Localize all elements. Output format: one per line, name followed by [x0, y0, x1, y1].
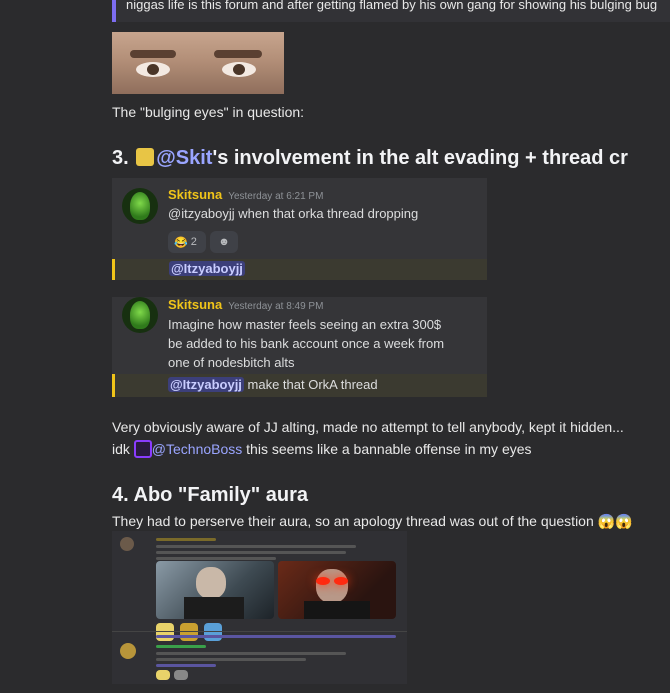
section-3-number: 3.	[112, 147, 129, 169]
mention-highlight-2: @Itzyaboyjj make that OrkA thread	[112, 374, 487, 397]
embedded-text-bar	[156, 557, 276, 560]
bulging-eyes-caption: The "bulging eyes" in question:	[112, 104, 305, 120]
section-4-heading: 4. Abo "Family" aura	[112, 484, 309, 506]
paragraph-alting: Very obviously aware of JJ alting, made …	[112, 419, 624, 435]
message-line-2: be added to his bank account once a week…	[168, 336, 445, 351]
laugh-reaction[interactable]: 😂 2	[168, 231, 206, 253]
message-line-4: make that OrkA thread	[243, 377, 378, 392]
brow-left	[130, 50, 176, 58]
embedded-text-bar	[156, 658, 306, 661]
embedded-text-bar	[156, 545, 356, 548]
embedded-photo-left	[156, 561, 274, 619]
paragraph-aura: They had to perserve their aura, so an a…	[112, 513, 633, 530]
embedded-reaction	[180, 623, 198, 641]
embedded-avatar	[120, 537, 134, 551]
embedded-screenshot[interactable]	[112, 531, 407, 684]
eye-right	[222, 62, 256, 77]
bannable-text: this seems like a bannable offense in my…	[242, 441, 532, 457]
embedded-text-bar	[156, 551, 346, 554]
embedded-reaction	[156, 670, 170, 680]
message-text: @itzyaboyjj when that orka thread droppi…	[168, 206, 419, 221]
embedded-reply-bar	[156, 635, 396, 638]
embedded-text-bar	[156, 652, 346, 655]
embedded-name-bar	[156, 538, 216, 541]
message-line-3: one of nodesbitch alts	[168, 355, 295, 370]
quote-text: niggas life is this forum and after gett…	[126, 0, 658, 12]
embedded-text-bar	[156, 664, 216, 667]
brow-right	[214, 50, 262, 58]
message-author[interactable]: Skitsuna Yesterday at 6:21 PM	[168, 187, 323, 202]
skit-mention[interactable]: @Skit	[156, 147, 212, 169]
embedded-avatar	[120, 643, 136, 659]
bulging-eyes-image[interactable]	[112, 32, 284, 94]
embedded-name-bar	[156, 645, 206, 648]
aura-text: They had to perserve their aura, so an a…	[112, 513, 594, 529]
smiley-add-icon: ☻	[218, 236, 230, 248]
add-reaction-button[interactable]: ☻	[210, 231, 238, 253]
technoboss-avatar-icon	[133, 440, 152, 458]
mention-highlight-1: @Itzyaboyjj	[112, 259, 487, 280]
technoboss-mention[interactable]: @TechnoBoss	[152, 441, 242, 457]
eye-left	[136, 62, 170, 77]
section-3-title: 's involvement in the alt evading + thre…	[212, 147, 628, 169]
message-timestamp: Yesterday at 6:21 PM	[228, 191, 324, 202]
message-author[interactable]: Skitsuna Yesterday at 8:49 PM	[168, 297, 323, 312]
message-card-2: Skitsuna Yesterday at 8:49 PM Imagine how…	[112, 297, 487, 397]
itzyaboyjj-mention[interactable]: @Itzyaboyjj	[169, 261, 245, 276]
skitsuna-avatar[interactable]	[122, 188, 158, 224]
itzyaboyjj-mention[interactable]: @Itzyaboyjj	[168, 377, 244, 392]
section-3-heading: 3. @Skit's involvement in the alt evadin…	[112, 147, 628, 170]
embedded-photo-right	[278, 561, 396, 619]
message-card-1: Skitsuna Yesterday at 6:21 PM @itzyaboyjj…	[112, 178, 487, 259]
embedded-reaction	[204, 623, 222, 641]
skit-avatar-icon	[136, 148, 155, 166]
message-timestamp: Yesterday at 8:49 PM	[228, 301, 324, 312]
paragraph-bannable: idk @TechnoBoss this seems like a bannab…	[112, 440, 532, 458]
laugh-emoji-icon: 😂	[174, 236, 188, 249]
idk-text: idk	[112, 441, 130, 457]
scream-emoji-icon: 😱😱	[597, 513, 633, 529]
embedded-reaction	[156, 623, 174, 641]
reaction-count: 2	[190, 236, 197, 248]
message-line-1: Imagine how master feels seeing an extra…	[168, 317, 442, 332]
skitsuna-avatar[interactable]	[122, 297, 158, 333]
quote-block: niggas life is this forum and after gett…	[112, 0, 670, 22]
embedded-reaction	[174, 670, 188, 680]
